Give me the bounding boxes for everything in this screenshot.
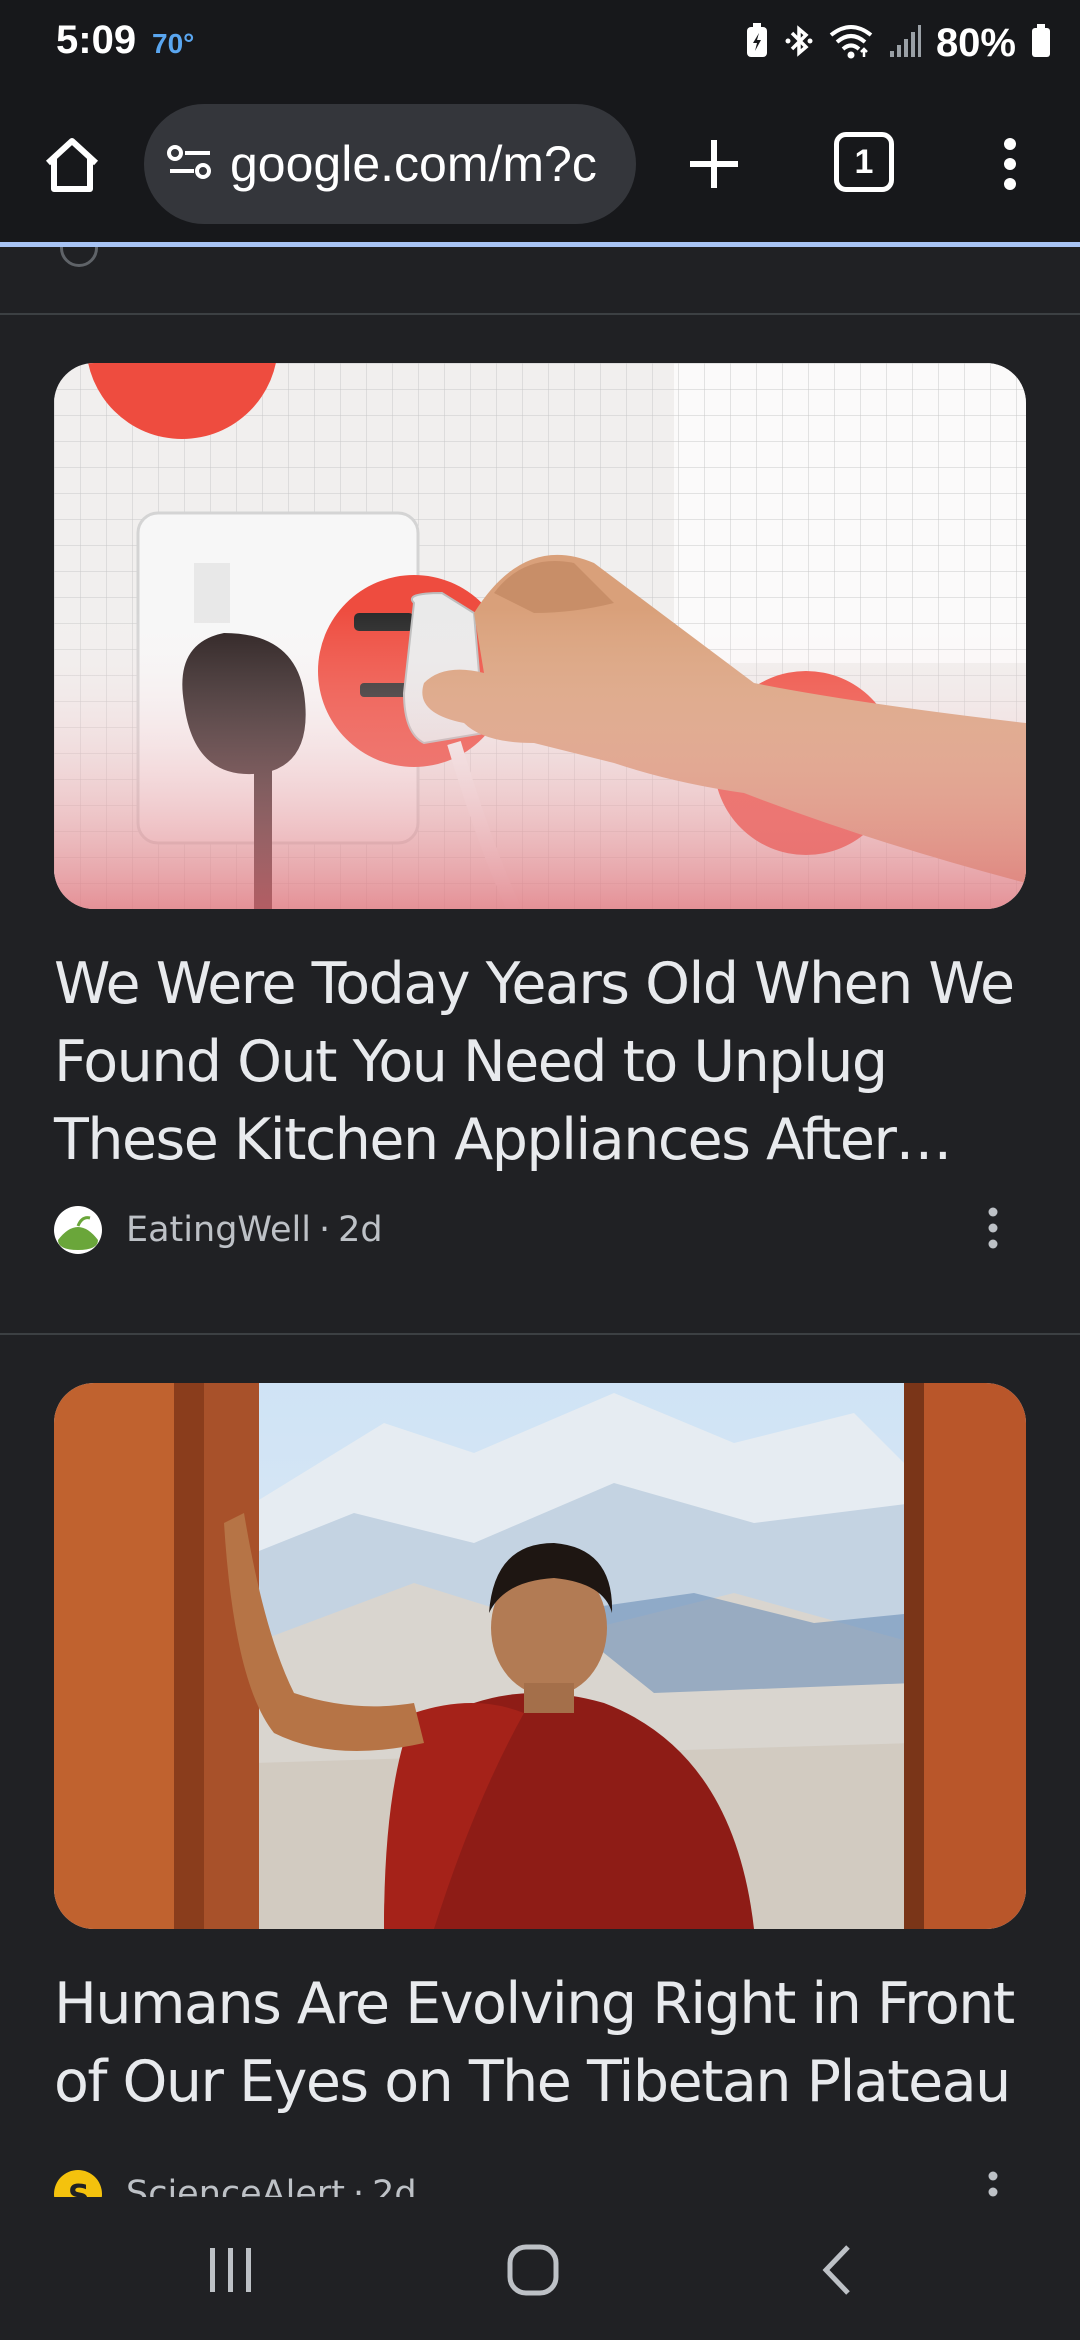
url-text: google.com/m?c bbox=[230, 136, 597, 192]
status-bar: 5:09 70° 80% bbox=[0, 0, 1080, 86]
card-divider bbox=[0, 313, 1080, 315]
new-tab-button[interactable] bbox=[684, 130, 744, 202]
wifi-icon bbox=[828, 23, 874, 64]
article-source-row: S ScienceAlert · 2d bbox=[54, 2167, 1026, 2197]
source-separator: · bbox=[318, 1210, 331, 1250]
recent-apps-icon bbox=[206, 2246, 256, 2299]
article-image-appliance[interactable] bbox=[54, 363, 1026, 909]
home-nav-button[interactable] bbox=[488, 2237, 578, 2307]
home-button[interactable] bbox=[40, 126, 104, 208]
tabs-button[interactable]: 1 bbox=[834, 132, 894, 192]
battery-saver-icon bbox=[744, 22, 770, 64]
tab-count: 1 bbox=[854, 142, 874, 181]
article-age: 2d bbox=[372, 2174, 417, 2197]
article-source-row: EatingWell · 2d bbox=[54, 1203, 1026, 1257]
previous-card-source-logo bbox=[60, 247, 98, 267]
article-image-tibetan[interactable] bbox=[54, 1383, 1026, 1929]
menu-icon bbox=[1002, 137, 1018, 196]
browser-toolbar: google.com/m?c 1 bbox=[0, 86, 1080, 244]
hand-unplugging-appliance-image bbox=[54, 363, 1026, 909]
more-vert-icon bbox=[987, 2171, 999, 2198]
card-divider bbox=[0, 1333, 1080, 1335]
system-navigation-bar bbox=[0, 2197, 1080, 2340]
status-icons: 80% bbox=[744, 16, 1052, 70]
status-temperature: 70° bbox=[152, 28, 195, 59]
back-icon bbox=[820, 2244, 854, 2301]
home-circle-icon bbox=[507, 2244, 559, 2301]
feed-content[interactable]: We Were Today Years Old When We Found Ou… bbox=[0, 247, 1080, 2197]
sciencealert-logo: S bbox=[54, 2170, 102, 2197]
home-icon bbox=[42, 136, 102, 199]
battery-percentage: 80% bbox=[935, 20, 1016, 65]
article-title[interactable]: We Were Today Years Old When We Found Ou… bbox=[54, 945, 1034, 1179]
url-bar[interactable]: google.com/m?c bbox=[144, 104, 636, 224]
source-name[interactable]: EatingWell bbox=[126, 1210, 311, 1250]
recent-apps-button[interactable] bbox=[186, 2237, 276, 2307]
article-more-button[interactable] bbox=[978, 2171, 1008, 2197]
svg-text:S: S bbox=[68, 2179, 90, 2197]
more-vert-icon bbox=[987, 1207, 999, 1254]
status-time: 5:09 bbox=[56, 18, 137, 62]
article-age: 2d bbox=[338, 1210, 383, 1250]
back-button[interactable] bbox=[792, 2237, 882, 2307]
article-more-button[interactable] bbox=[978, 1207, 1008, 1253]
source-separator: · bbox=[353, 2174, 365, 2197]
source-name[interactable]: ScienceAlert bbox=[126, 2174, 345, 2197]
browser-menu-button[interactable] bbox=[990, 126, 1030, 206]
article-title[interactable]: Humans Are Evolving Right in Front of Ou… bbox=[54, 1965, 1034, 2121]
battery-icon bbox=[1030, 23, 1052, 64]
tibetan-monk-boy-image bbox=[54, 1383, 1026, 1929]
site-settings-icon[interactable] bbox=[166, 142, 214, 187]
signal-icon bbox=[888, 23, 922, 64]
bluetooth-icon bbox=[784, 23, 814, 64]
eatingwell-logo bbox=[54, 1206, 102, 1254]
new-tab-icon bbox=[688, 138, 740, 195]
